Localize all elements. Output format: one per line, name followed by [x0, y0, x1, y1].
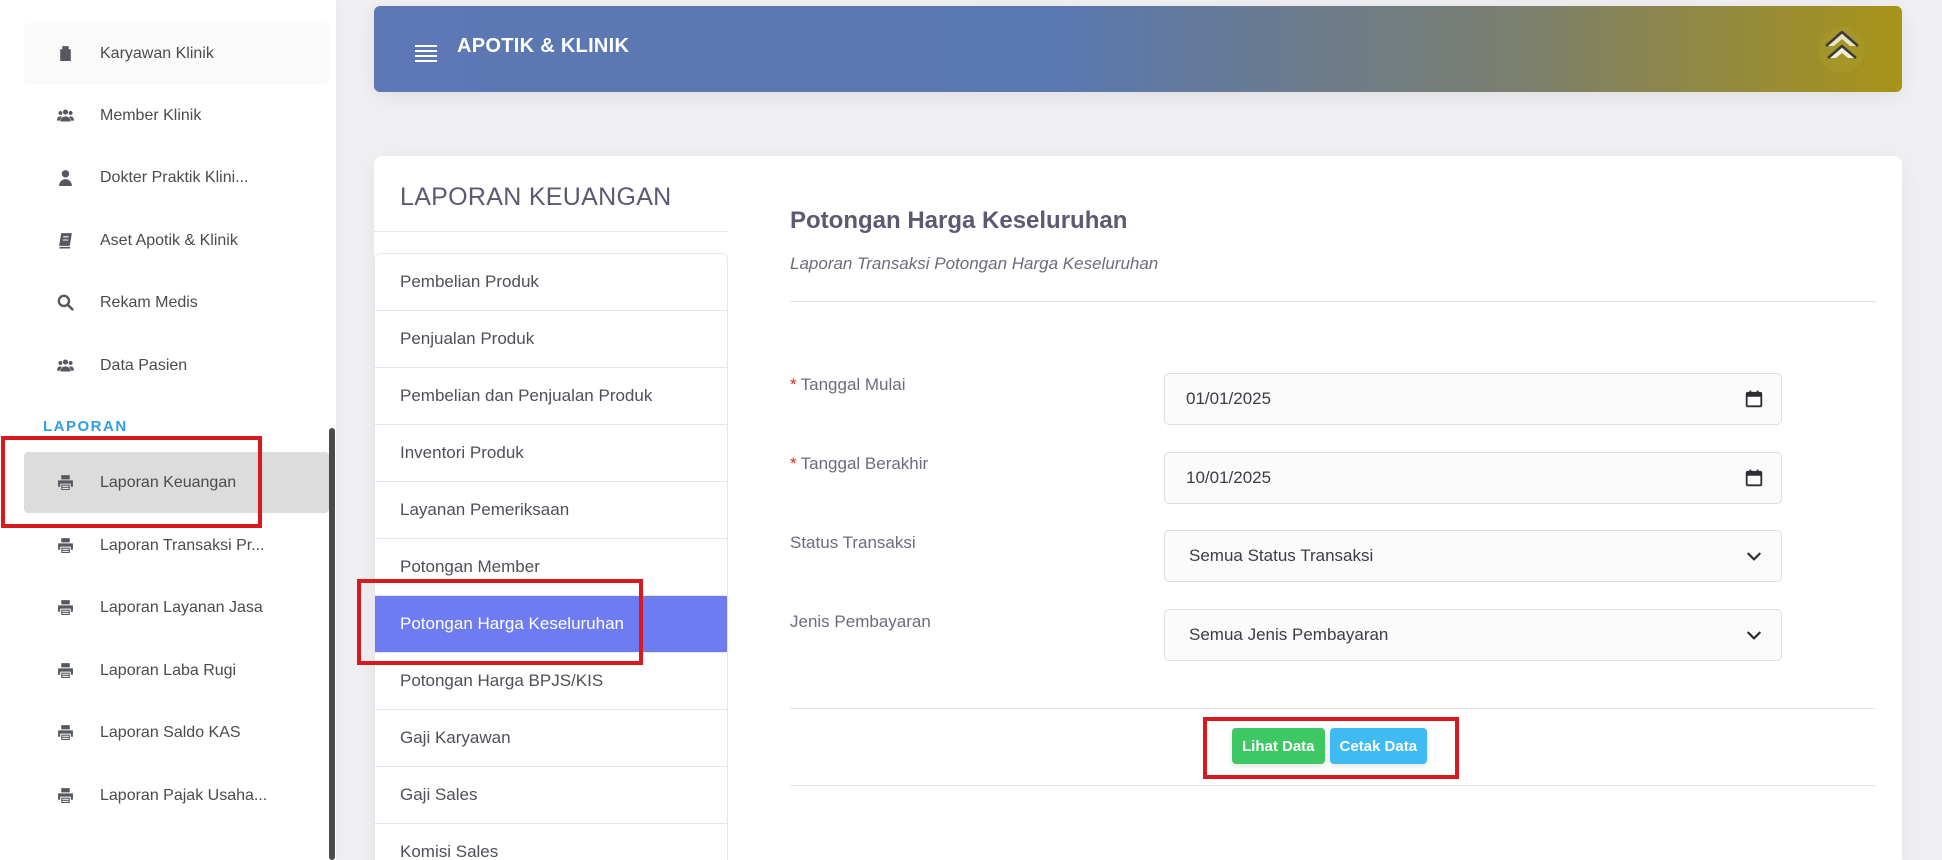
end-date-input[interactable]: 10/01/2025 [1164, 452, 1782, 504]
sidebar: Karyawan Klinik Member Klinik Dokter Pra… [0, 0, 336, 860]
sidebar-item-label: Data Pasien [100, 356, 188, 374]
sidebar-item-data-pasien[interactable]: Data Pasien [24, 335, 329, 396]
form-divider [790, 785, 1876, 786]
chevron-down-icon [1747, 631, 1761, 640]
sidebar-item-dokter-praktik[interactable]: Dokter Praktik Klini... [24, 147, 329, 208]
highlight-action-buttons [1203, 717, 1459, 779]
card-title: LAPORAN KEUANGAN [400, 183, 672, 211]
users-icon [54, 355, 76, 377]
sidebar-item-laporan-laba-rugi[interactable]: Laporan Laba Rugi [24, 640, 329, 701]
sidebar-item-aset[interactable]: Aset Apotik & Klinik [24, 210, 329, 271]
report-item-layanan-pemeriksaan[interactable]: Layanan Pemeriksaan [375, 482, 727, 539]
report-item-gaji-sales[interactable]: Gaji Sales [375, 767, 727, 824]
users-icon [54, 105, 76, 127]
highlight-potongan-harga-keseluruhan [357, 579, 643, 665]
sidebar-item-label: Member Klinik [100, 106, 202, 124]
user-icon [54, 167, 76, 189]
required-mark: * [790, 375, 797, 394]
sidebar-item-laporan-layanan-jasa[interactable]: Laporan Layanan Jasa [24, 577, 329, 638]
hamburger-icon[interactable] [414, 42, 438, 64]
sidebar-item-label: Laporan Laba Rugi [100, 661, 237, 679]
printer-icon [54, 597, 76, 619]
end-date-label: * Tanggal Berakhir [790, 454, 929, 473]
sidebar-scrollbar[interactable] [329, 428, 335, 860]
sidebar-item-karyawan-klinik[interactable]: Karyawan Klinik [24, 23, 329, 84]
printer-icon [54, 535, 76, 557]
sidebar-item-label: Laporan Transaksi Pr... [100, 536, 265, 554]
chevron-down-icon [1747, 552, 1761, 561]
sidebar-item-member-klinik[interactable]: Member Klinik [24, 85, 329, 146]
start-date-value: 01/01/2025 [1186, 389, 1272, 408]
highlight-sidebar-laporan-keuangan [1, 436, 262, 528]
printer-icon [54, 722, 76, 744]
required-mark: * [790, 454, 797, 473]
report-type-list: Pembelian Produk Penjualan Produk Pembel… [374, 253, 728, 860]
report-item-inventori-produk[interactable]: Inventori Produk [375, 425, 727, 482]
status-label: Status Transaksi [790, 533, 916, 552]
sidebar-item-label: Aset Apotik & Klinik [100, 231, 238, 249]
status-select[interactable]: Semua Status Transaksi [1164, 530, 1782, 582]
sidebar-item-laporan-pajak[interactable]: Laporan Pajak Usaha... [24, 765, 329, 826]
start-date-label: * Tanggal Mulai [790, 375, 906, 394]
form-divider [790, 708, 1876, 709]
form-title: Potongan Harga Keseluruhan [790, 207, 1128, 234]
calendar-icon[interactable] [1745, 390, 1763, 408]
report-card: LAPORAN KEUANGAN Pembelian Produk Penjua… [374, 156, 1902, 860]
status-select-value: Semua Status Transaksi [1189, 546, 1374, 565]
sidebar-item-label: Dokter Praktik Klini... [100, 168, 249, 186]
badge-icon [54, 43, 76, 65]
report-item-penjualan-produk[interactable]: Penjualan Produk [375, 311, 727, 368]
report-item-pembelian-penjualan[interactable]: Pembelian dan Penjualan Produk [375, 368, 727, 425]
sidebar-item-rekam-medis[interactable]: Rekam Medis [24, 272, 329, 333]
form-divider [790, 301, 1876, 302]
report-item-gaji-karyawan[interactable]: Gaji Karyawan [375, 710, 727, 767]
sidebar-section-laporan: LAPORAN [43, 418, 128, 435]
payment-select-value: Semua Jenis Pembayaran [1189, 625, 1389, 644]
card-divider [374, 231, 728, 232]
printer-icon [54, 785, 76, 807]
report-item-komisi-sales[interactable]: Komisi Sales [375, 824, 727, 860]
brand-logo-icon[interactable] [1816, 24, 1868, 76]
form-subtitle: Laporan Transaksi Potongan Harga Keselur… [790, 254, 1159, 273]
sidebar-item-label: Karyawan Klinik [100, 44, 214, 62]
sidebar-item-label: Rekam Medis [100, 293, 198, 311]
end-date-value: 10/01/2025 [1186, 468, 1272, 487]
top-navbar: APOTIK & KLINIK [374, 6, 1902, 92]
calendar-icon[interactable] [1745, 469, 1763, 487]
book-icon [54, 230, 76, 252]
report-item-pembelian-produk[interactable]: Pembelian Produk [375, 254, 727, 311]
payment-label: Jenis Pembayaran [790, 612, 931, 631]
payment-select[interactable]: Semua Jenis Pembayaran [1164, 609, 1782, 661]
app-title: APOTIK & KLINIK [457, 35, 630, 57]
search-icon [54, 292, 76, 314]
printer-icon [54, 660, 76, 682]
start-date-input[interactable]: 01/01/2025 [1164, 373, 1782, 425]
sidebar-item-label: Laporan Layanan Jasa [100, 598, 263, 616]
sidebar-item-label: Laporan Pajak Usaha... [100, 786, 268, 804]
sidebar-item-laporan-saldo-kas[interactable]: Laporan Saldo KAS [24, 702, 329, 763]
sidebar-item-label: Laporan Saldo KAS [100, 723, 241, 741]
